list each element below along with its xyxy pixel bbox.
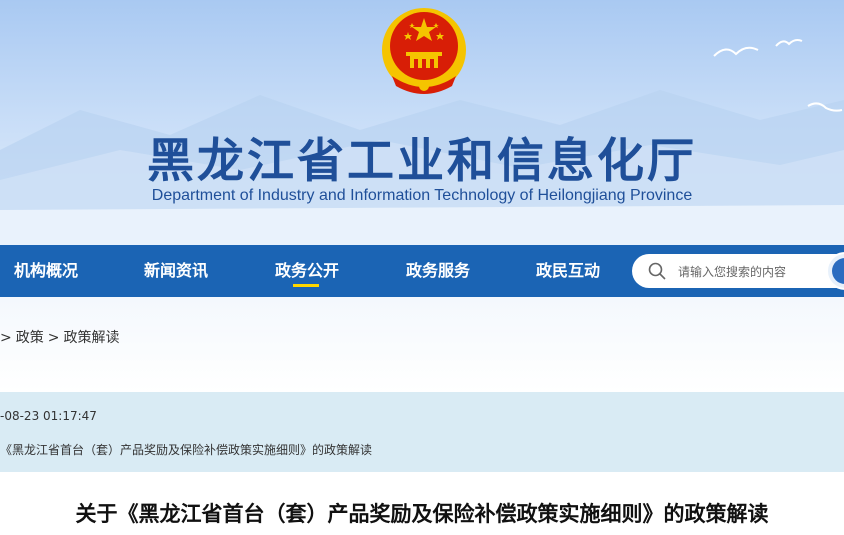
site-subtitle: Department of Industry and Information T… <box>151 187 693 204</box>
nav-item-news[interactable]: 新闻资讯 <box>112 245 240 297</box>
national-emblem-icon <box>382 8 466 94</box>
breadcrumb-separator: > <box>0 330 12 346</box>
nav-item-interaction[interactable]: 政民互动 <box>504 245 632 297</box>
search-input[interactable] <box>676 258 830 286</box>
nav-item-government-affairs[interactable]: 政务公开 <box>242 245 372 297</box>
breadcrumb-separator: > <box>47 330 60 346</box>
bird-icon <box>713 46 759 57</box>
bird-icon <box>775 39 803 47</box>
header-banner: 黑龙江省工业和信息化厅 Department of Industry and I… <box>0 0 844 245</box>
nav-active-indicator <box>293 284 319 287</box>
article-title: 关于《黑龙江省首台（套）产品奖励及保险补偿政策实施细则》的政策解读 <box>75 502 769 526</box>
breadcrumb-item-interpretation[interactable]: 政策解读 <box>63 330 119 346</box>
search-icon[interactable] <box>648 262 666 280</box>
info-title: 《黑龙江省首台（套）产品奖励及保险补偿政策实施细则》的政策解读 <box>0 443 373 457</box>
nav-item-services[interactable]: 政务服务 <box>374 245 502 297</box>
nav-item-organization[interactable]: 机构概况 <box>0 245 92 297</box>
breadcrumb: > 政策 > 政策解读 <box>0 327 123 347</box>
article-info-panel <box>0 392 844 472</box>
publish-date: -08-23 01:17:47 <box>0 409 97 423</box>
bird-icon <box>807 102 843 112</box>
breadcrumb-item-policy[interactable]: 政策 <box>16 330 44 346</box>
site-title: 黑龙江省工业和信息化厅 <box>147 134 697 189</box>
breadcrumb-bar <box>0 297 844 392</box>
search-button-icon <box>832 258 844 284</box>
